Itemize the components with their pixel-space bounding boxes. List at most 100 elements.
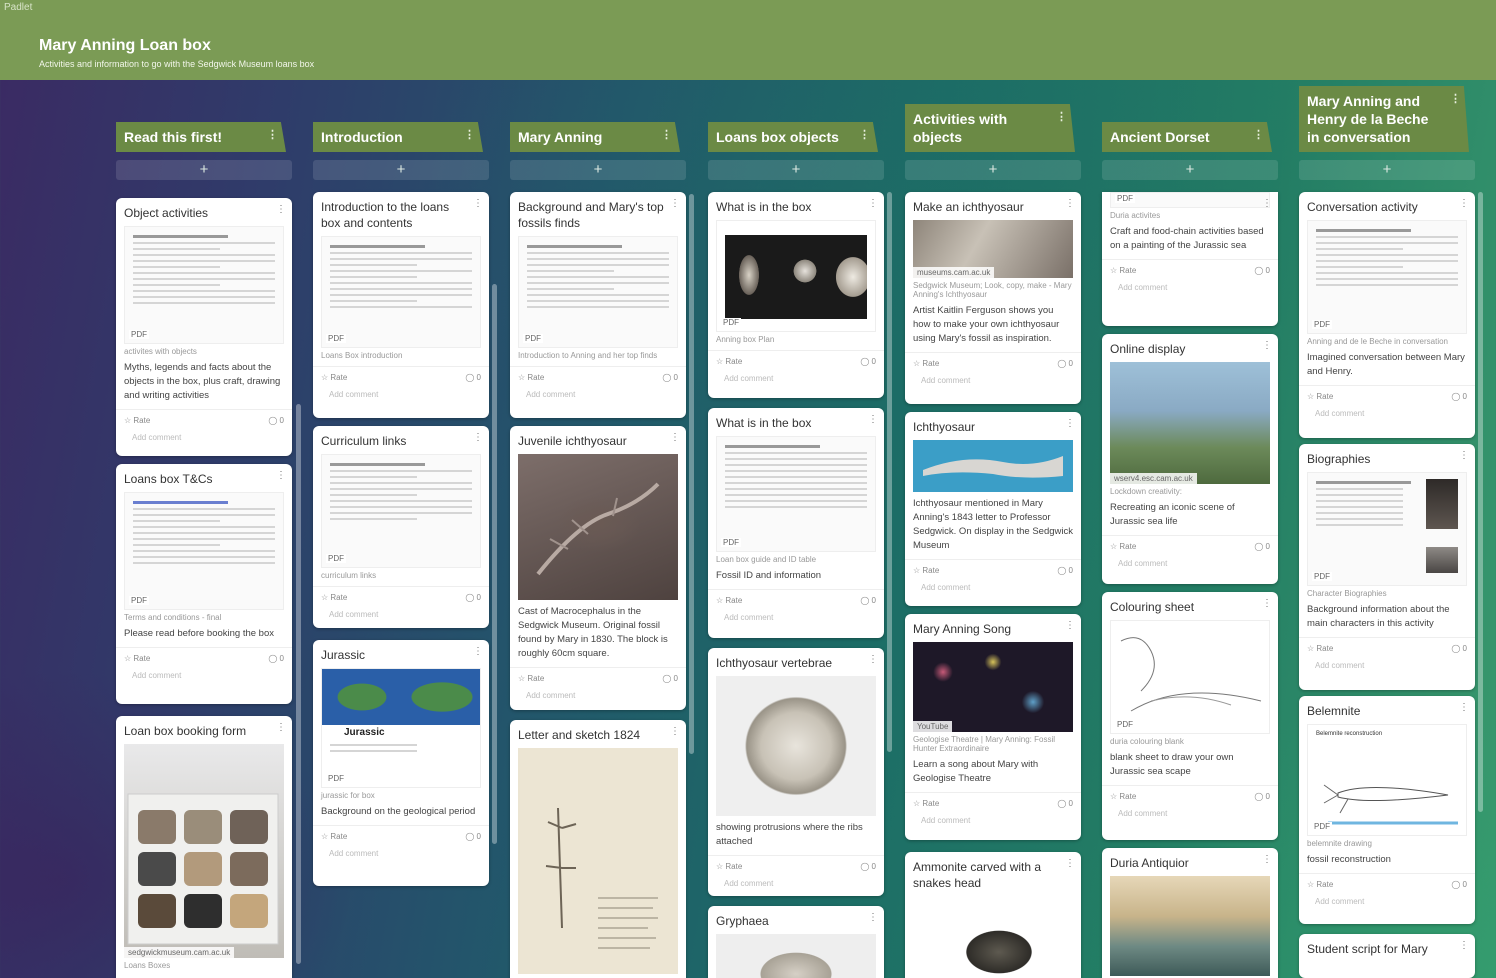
ammonite-image[interactable] <box>913 896 1073 978</box>
attachment-name[interactable]: jurassic for box <box>313 788 489 800</box>
fossil-image[interactable] <box>518 454 678 600</box>
document-preview[interactable]: PDF <box>1307 220 1467 334</box>
column-scrollbar[interactable] <box>492 284 497 844</box>
post-menu-icon[interactable]: ⋮ <box>1065 198 1075 209</box>
attachment-name[interactable]: Loan box guide and ID table <box>708 552 884 564</box>
add-post-button[interactable]: + <box>1102 160 1278 180</box>
rate-button[interactable]: Rate <box>922 359 939 368</box>
post-menu-icon[interactable]: ⋮ <box>473 646 483 657</box>
post-menu-icon[interactable]: ⋮ <box>1262 598 1272 609</box>
column-menu-icon[interactable]: ⋮ <box>267 126 278 144</box>
link-image[interactable]: wserv4.esc.cam.ac.uk <box>1110 362 1270 484</box>
post-card[interactable]: Mary Anning Song ⋮ YouTube Geologise Thea… <box>905 614 1081 840</box>
column-scrollbar[interactable] <box>689 194 694 754</box>
post-menu-icon[interactable]: ⋮ <box>1065 620 1075 631</box>
add-post-button[interactable]: + <box>313 160 489 180</box>
rate-button[interactable]: Rate <box>922 799 939 808</box>
rate-button[interactable]: Rate <box>725 862 742 871</box>
column-menu-icon[interactable]: ⋮ <box>1056 108 1067 126</box>
padlet-logo[interactable]: Padlet <box>4 2 32 13</box>
attachment-name[interactable]: belemnite drawing <box>1299 836 1475 848</box>
add-comment-field[interactable]: Add comment <box>905 814 1081 833</box>
add-comment-field[interactable]: Add comment <box>1102 281 1278 300</box>
add-post-button[interactable]: + <box>708 160 884 180</box>
post-menu-icon[interactable]: ⋮ <box>670 198 680 209</box>
post-card[interactable]: Gryphaea ⋮ <box>708 906 884 978</box>
link-image[interactable]: museums.cam.ac.uk <box>913 220 1073 278</box>
document-preview[interactable]: PDF <box>321 236 481 348</box>
post-card[interactable]: Ichthyosaur vertebrae ⋮ showing protrusio… <box>708 648 884 896</box>
rate-button[interactable]: Rate <box>133 654 150 663</box>
attachment-name[interactable]: Terms and conditions - final <box>116 610 292 622</box>
add-comment-field[interactable]: Add comment <box>1299 407 1475 426</box>
post-card[interactable]: Introduction to the loans box and conten… <box>313 192 489 418</box>
post-card[interactable]: What is in the box ⋮ PDF Loan box guide a… <box>708 408 884 638</box>
rate-button[interactable]: Rate <box>330 373 347 382</box>
document-preview[interactable]: PDF <box>124 492 284 610</box>
post-menu-icon[interactable]: ⋮ <box>1459 940 1469 951</box>
add-comment-field[interactable]: Add comment <box>116 669 292 688</box>
post-card[interactable]: PDF ⋮ Duria activites Craft and food-cha… <box>1102 192 1278 326</box>
ichthyosaur-image[interactable] <box>913 440 1073 492</box>
rate-button[interactable]: Rate <box>527 674 544 683</box>
attachment-name[interactable]: Geologise Theatre | Mary Anning: Fossil … <box>905 732 1081 753</box>
add-comment-field[interactable]: Add comment <box>1102 807 1278 826</box>
add-post-button[interactable]: + <box>1299 160 1475 180</box>
post-card[interactable]: Online display ⋮ wserv4.esc.cam.ac.uk Loc… <box>1102 334 1278 584</box>
rate-button[interactable]: Rate <box>1316 392 1333 401</box>
post-card[interactable]: Colouring sheet ⋮ PDF duria colouring bla… <box>1102 592 1278 840</box>
column-menu-icon[interactable]: ⋮ <box>1253 126 1264 144</box>
painting-image[interactable] <box>1110 876 1270 976</box>
post-menu-icon[interactable]: ⋮ <box>1065 418 1075 429</box>
document-preview[interactable]: Belemnite reconstruction PDF <box>1307 724 1467 836</box>
add-comment-field[interactable]: Add comment <box>708 877 884 896</box>
add-comment-field[interactable]: Add comment <box>116 431 292 450</box>
post-menu-icon[interactable]: ⋮ <box>1065 858 1075 869</box>
document-preview[interactable]: Jurassic PDF <box>321 668 481 788</box>
post-menu-icon[interactable]: ⋮ <box>1459 702 1469 713</box>
rate-button[interactable]: Rate <box>1119 266 1136 275</box>
add-post-button[interactable]: + <box>510 160 686 180</box>
add-comment-field[interactable]: Add comment <box>313 847 489 866</box>
add-comment-field[interactable]: Add comment <box>708 611 884 630</box>
post-menu-icon[interactable]: ⋮ <box>1459 198 1469 209</box>
post-card[interactable]: Ichthyosaur ⋮ Ichthyosaur mentioned in Ma… <box>905 412 1081 606</box>
post-menu-icon[interactable]: ⋮ <box>1262 198 1272 209</box>
column-menu-icon[interactable]: ⋮ <box>464 126 475 144</box>
attachment-name[interactable]: Introduction to Anning and her top finds <box>510 348 686 360</box>
document-preview[interactable]: PDF <box>716 436 876 552</box>
post-menu-icon[interactable]: ⋮ <box>868 654 878 665</box>
column-menu-icon[interactable]: ⋮ <box>859 126 870 144</box>
post-menu-icon[interactable]: ⋮ <box>276 722 286 733</box>
document-preview[interactable]: PDF <box>124 226 284 344</box>
post-menu-icon[interactable]: ⋮ <box>1459 450 1469 461</box>
rate-button[interactable]: Rate <box>330 832 347 841</box>
attachment-name[interactable]: duria colouring blank <box>1102 734 1278 746</box>
post-menu-icon[interactable]: ⋮ <box>473 432 483 443</box>
document-preview[interactable]: PDF <box>321 454 481 568</box>
attachment-name[interactable]: Anning and de le Beche in conversation <box>1299 334 1475 346</box>
rate-button[interactable]: Rate <box>1316 644 1333 653</box>
column-scrollbar[interactable] <box>296 404 301 964</box>
post-card[interactable]: Jurassic ⋮ Jurassic PDF jurassic for box … <box>313 640 489 886</box>
add-comment-field[interactable]: Add comment <box>1299 659 1475 678</box>
rate-button[interactable]: Rate <box>725 596 742 605</box>
document-preview[interactable]: PDF <box>1110 620 1270 734</box>
rate-button[interactable]: Rate <box>133 416 150 425</box>
column-menu-icon[interactable]: ⋮ <box>1450 90 1461 108</box>
rate-button[interactable]: Rate <box>527 373 544 382</box>
letter-image[interactable] <box>518 748 678 974</box>
add-comment-field[interactable]: Add comment <box>1102 557 1278 576</box>
post-menu-icon[interactable]: ⋮ <box>1262 340 1272 351</box>
post-card[interactable]: What is in the box ⋮ PDF Anning box Plan … <box>708 192 884 398</box>
attachment-name[interactable]: Loans Box introduction <box>313 348 489 360</box>
attachment-name[interactable]: curriculum links <box>313 568 489 580</box>
post-card[interactable]: Loans box T&Cs ⋮ PDF Terms and conditions… <box>116 464 292 704</box>
post-menu-icon[interactable]: ⋮ <box>868 414 878 425</box>
column-scrollbar[interactable] <box>887 192 892 752</box>
rate-button[interactable]: Rate <box>330 593 347 602</box>
add-post-button[interactable]: + <box>905 160 1081 180</box>
gryphaea-image[interactable] <box>716 934 876 978</box>
add-comment-field[interactable]: Add comment <box>905 374 1081 393</box>
post-card[interactable]: Ammonite carved with a snakes head ⋮ <box>905 852 1081 978</box>
